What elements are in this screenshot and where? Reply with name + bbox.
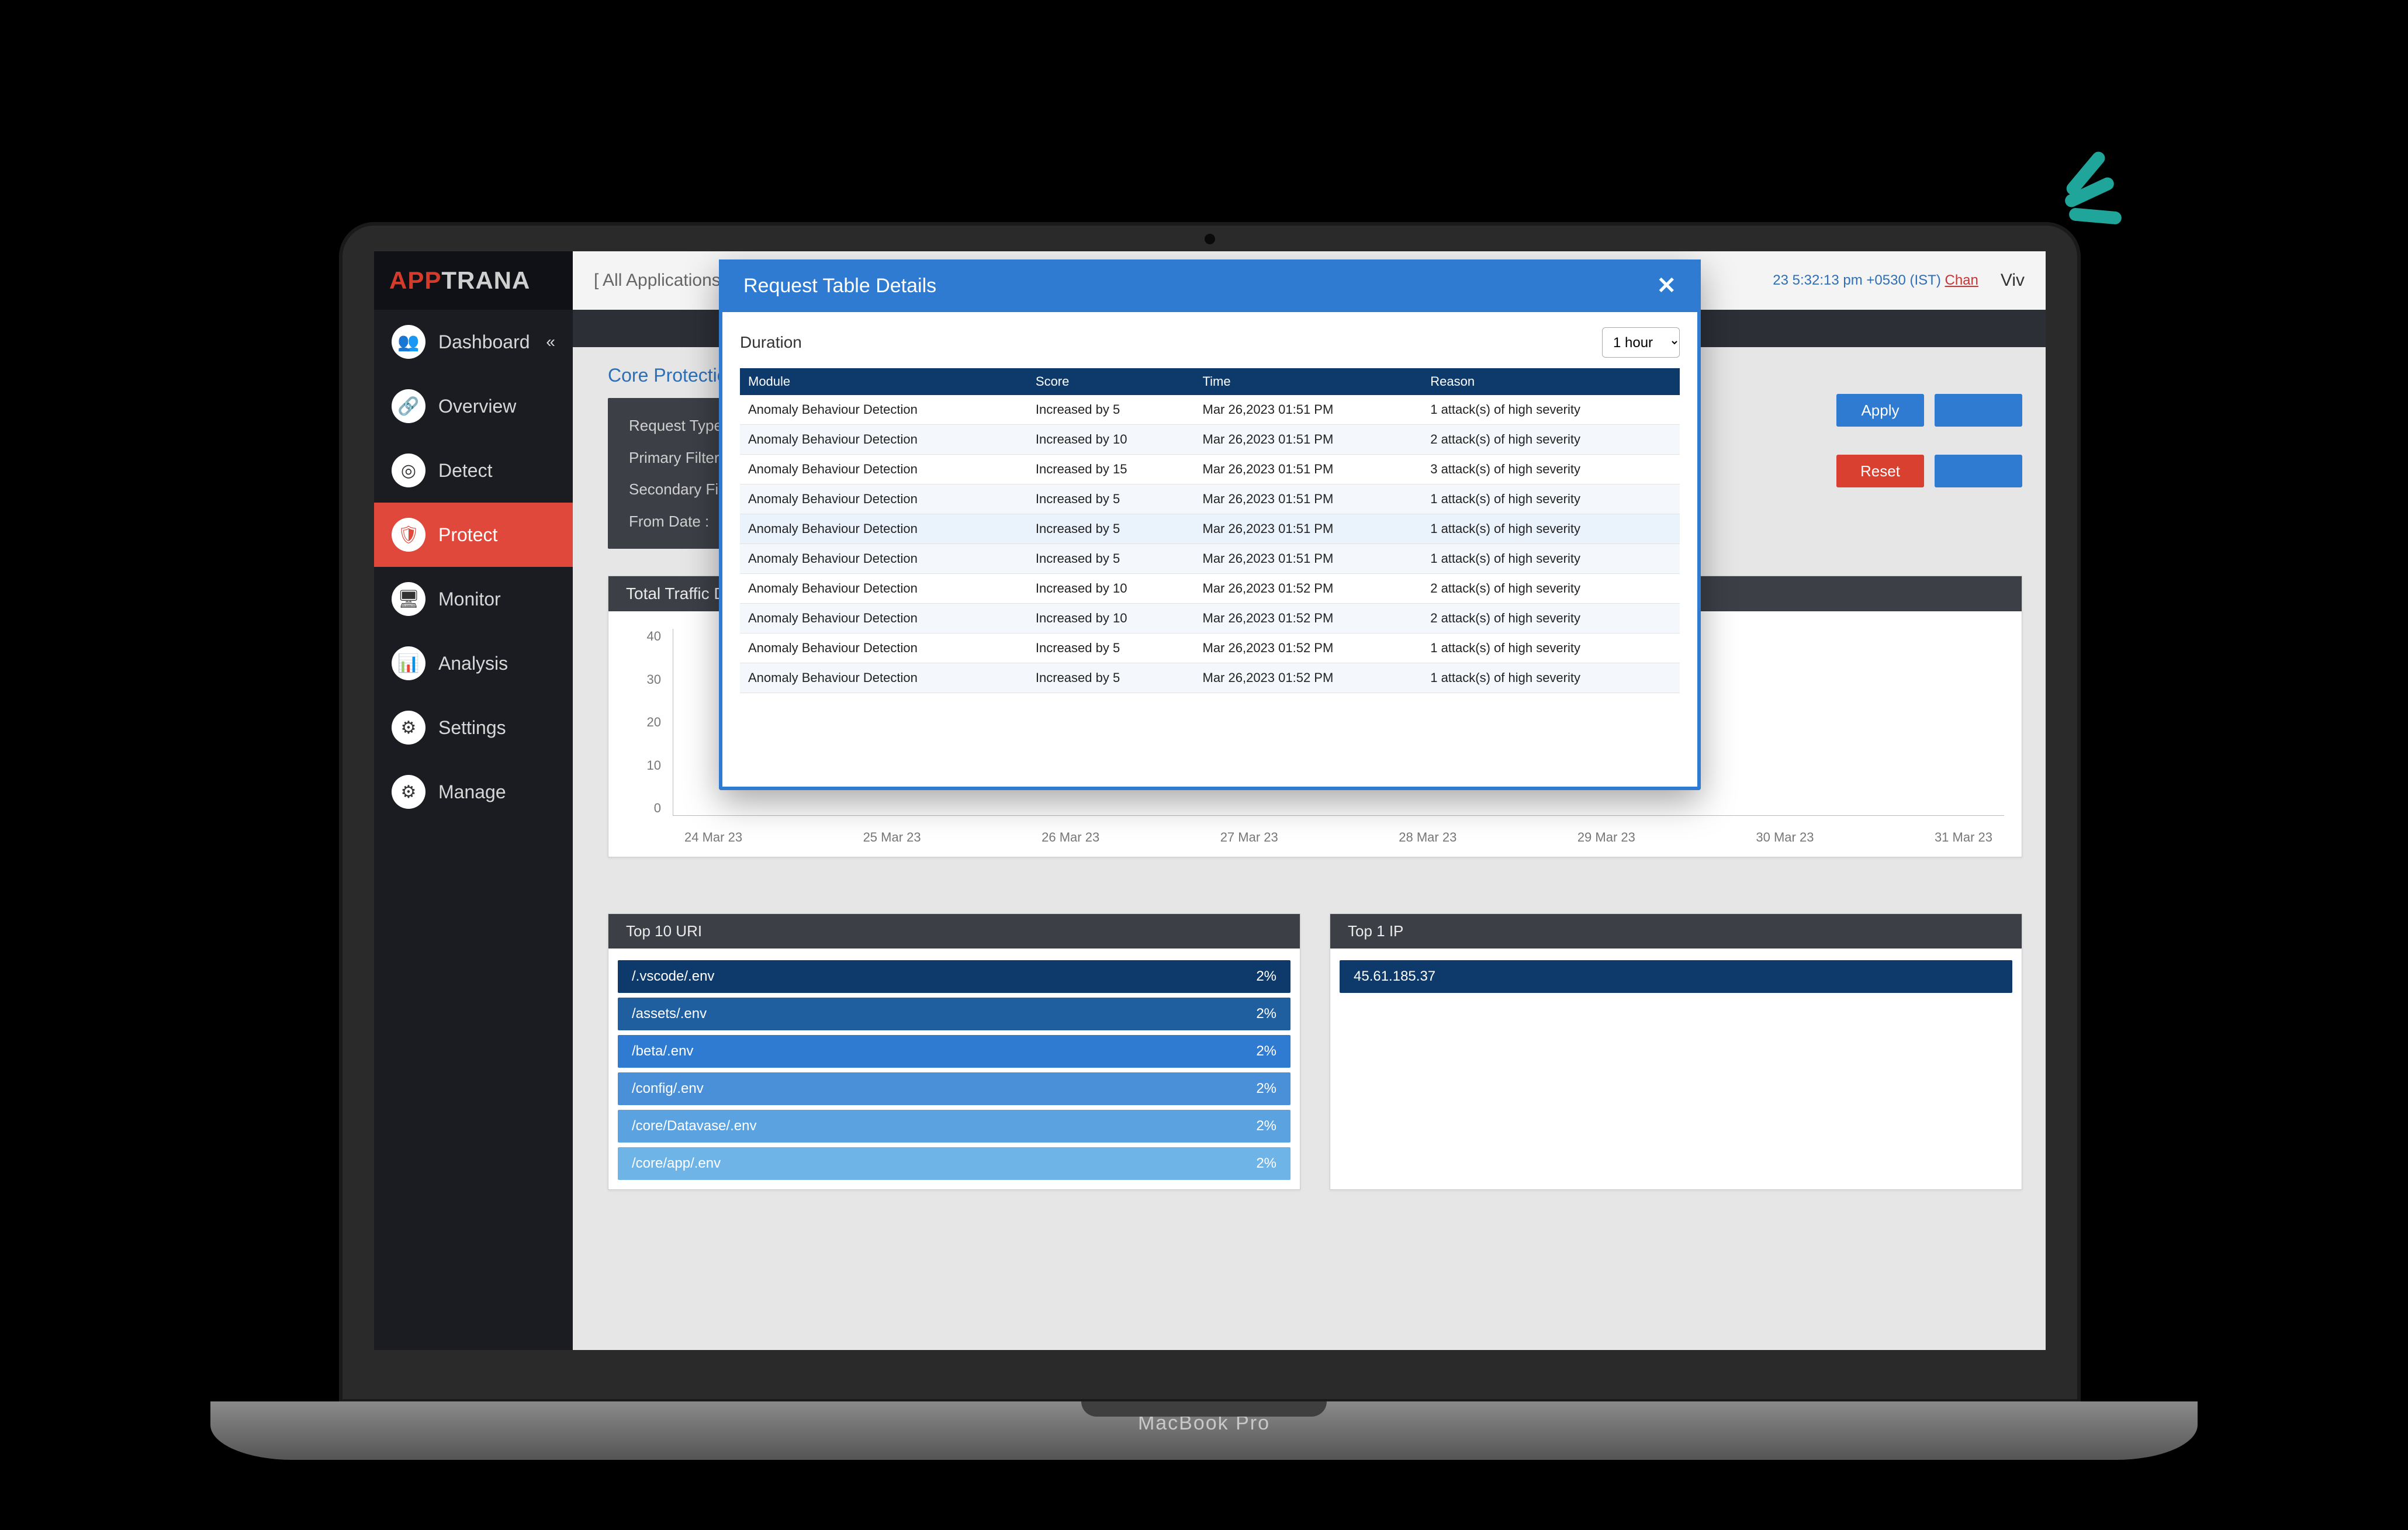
cell-score: Increased by 10 xyxy=(1027,574,1195,604)
request-table-modal: Request Table Details ✕ Duration 1 hour … xyxy=(719,259,1701,790)
cell-score: Increased by 5 xyxy=(1027,544,1195,574)
cell-time: Mar 26,2023 01:51 PM xyxy=(1195,514,1423,544)
cell-reason: 1 attack(s) of high severity xyxy=(1422,484,1680,514)
cell-reason: 1 attack(s) of high severity xyxy=(1422,663,1680,693)
request-table: Module Score Time Reason Anomaly Behavio… xyxy=(740,368,1680,693)
cell-reason: 1 attack(s) of high severity xyxy=(1422,395,1680,425)
modal-overlay: Request Table Details ✕ Duration 1 hour … xyxy=(374,251,2046,1350)
request-table-head: Module Score Time Reason xyxy=(740,368,1680,395)
cell-reason: 3 attack(s) of high severity xyxy=(1422,455,1680,484)
duration-row: Duration 1 hour xyxy=(740,327,1680,358)
col-time[interactable]: Time xyxy=(1195,368,1423,395)
table-row[interactable]: Anomaly Behaviour DetectionIncreased by … xyxy=(740,395,1680,425)
table-row[interactable]: Anomaly Behaviour DetectionIncreased by … xyxy=(740,663,1680,693)
modal-header: Request Table Details ✕ xyxy=(722,259,1697,312)
table-row[interactable]: Anomaly Behaviour DetectionIncreased by … xyxy=(740,425,1680,455)
cell-time: Mar 26,2023 01:52 PM xyxy=(1195,604,1423,634)
cell-module: Anomaly Behaviour Detection xyxy=(740,544,1027,574)
cell-reason: 2 attack(s) of high severity xyxy=(1422,604,1680,634)
table-row[interactable]: Anomaly Behaviour DetectionIncreased by … xyxy=(740,634,1680,663)
cell-module: Anomaly Behaviour Detection xyxy=(740,663,1027,693)
cell-reason: 1 attack(s) of high severity xyxy=(1422,514,1680,544)
cell-time: Mar 26,2023 01:52 PM xyxy=(1195,663,1423,693)
accent-lines xyxy=(2063,152,2116,233)
request-table-body: Anomaly Behaviour DetectionIncreased by … xyxy=(740,395,1680,693)
cell-score: Increased by 5 xyxy=(1027,663,1195,693)
duration-label: Duration xyxy=(740,333,802,352)
cell-module: Anomaly Behaviour Detection xyxy=(740,604,1027,634)
table-row[interactable]: Anomaly Behaviour DetectionIncreased by … xyxy=(740,544,1680,574)
cell-score: Increased by 5 xyxy=(1027,514,1195,544)
table-row[interactable]: Anomaly Behaviour DetectionIncreased by … xyxy=(740,574,1680,604)
cell-score: Increased by 10 xyxy=(1027,604,1195,634)
cell-time: Mar 26,2023 01:51 PM xyxy=(1195,425,1423,455)
modal-title: Request Table Details xyxy=(743,275,936,297)
cell-time: Mar 26,2023 01:52 PM xyxy=(1195,634,1423,663)
cell-module: Anomaly Behaviour Detection xyxy=(740,514,1027,544)
cell-reason: 1 attack(s) of high severity xyxy=(1422,634,1680,663)
close-icon[interactable]: ✕ xyxy=(1656,272,1676,299)
col-score[interactable]: Score xyxy=(1027,368,1195,395)
cell-time: Mar 26,2023 01:51 PM xyxy=(1195,455,1423,484)
cell-time: Mar 26,2023 01:51 PM xyxy=(1195,484,1423,514)
cell-module: Anomaly Behaviour Detection xyxy=(740,574,1027,604)
col-module[interactable]: Module xyxy=(740,368,1027,395)
laptop-base: MacBook Pro xyxy=(210,1401,2198,1460)
cell-time: Mar 26,2023 01:51 PM xyxy=(1195,544,1423,574)
col-reason[interactable]: Reason xyxy=(1422,368,1680,395)
laptop-brand-label: MacBook Pro xyxy=(210,1401,2198,1435)
cell-score: Increased by 5 xyxy=(1027,395,1195,425)
cell-time: Mar 26,2023 01:51 PM xyxy=(1195,395,1423,425)
modal-body: Duration 1 hour Module Score Time Reason xyxy=(722,312,1697,787)
table-row[interactable]: Anomaly Behaviour DetectionIncreased by … xyxy=(740,514,1680,544)
laptop-frame: APPTRANA 👥Dashboard«🔗Overview◎Detect🛡Pro… xyxy=(339,222,2081,1403)
cell-score: Increased by 5 xyxy=(1027,484,1195,514)
table-row[interactable]: Anomaly Behaviour DetectionIncreased by … xyxy=(740,455,1680,484)
cell-score: Increased by 15 xyxy=(1027,455,1195,484)
cell-module: Anomaly Behaviour Detection xyxy=(740,455,1027,484)
cell-score: Increased by 5 xyxy=(1027,634,1195,663)
cell-score: Increased by 10 xyxy=(1027,425,1195,455)
cell-module: Anomaly Behaviour Detection xyxy=(740,484,1027,514)
cell-module: Anomaly Behaviour Detection xyxy=(740,395,1027,425)
cell-reason: 1 attack(s) of high severity xyxy=(1422,544,1680,574)
cell-time: Mar 26,2023 01:52 PM xyxy=(1195,574,1423,604)
cell-module: Anomaly Behaviour Detection xyxy=(740,634,1027,663)
cell-reason: 2 attack(s) of high severity xyxy=(1422,425,1680,455)
duration-select[interactable]: 1 hour xyxy=(1602,327,1680,358)
cell-module: Anomaly Behaviour Detection xyxy=(740,425,1027,455)
cell-reason: 2 attack(s) of high severity xyxy=(1422,574,1680,604)
app-screen: APPTRANA 👥Dashboard«🔗Overview◎Detect🛡Pro… xyxy=(374,251,2046,1350)
table-row[interactable]: Anomaly Behaviour DetectionIncreased by … xyxy=(740,604,1680,634)
table-row[interactable]: Anomaly Behaviour DetectionIncreased by … xyxy=(740,484,1680,514)
